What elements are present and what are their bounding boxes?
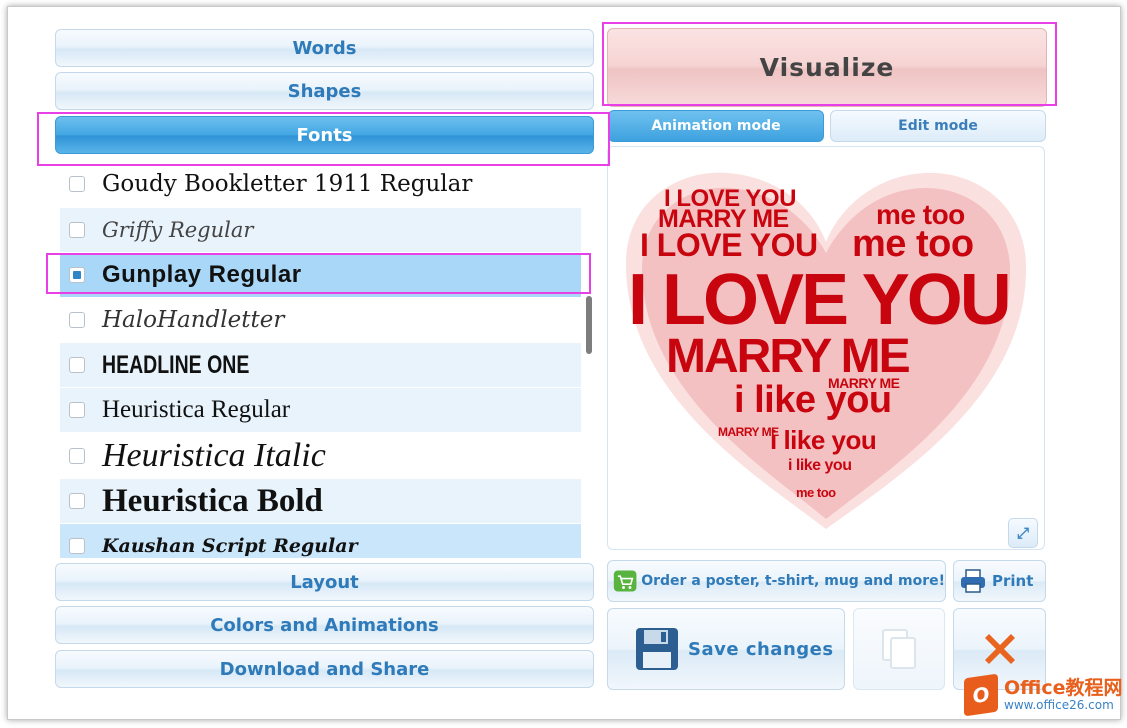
duplicate-button[interactable] (853, 608, 945, 690)
shopping-cart-icon (613, 570, 637, 592)
font-item[interactable]: Kaushan Script Regular (60, 524, 581, 558)
font-item[interactable]: Heuristica Bold (60, 479, 581, 523)
logo-url: www.office26.com (1004, 698, 1114, 712)
font-checkbox[interactable] (69, 357, 85, 373)
font-checkbox[interactable] (69, 312, 85, 328)
word-cloud-phrase: me too (796, 485, 836, 500)
accordion-layout[interactable]: Layout (55, 563, 594, 601)
order-products-label: Order a poster, t-shirt, mug and more! (641, 573, 945, 589)
print-label: Print (992, 572, 1034, 590)
tab-edit-mode[interactable]: Edit mode (830, 110, 1046, 142)
font-item-label: Griffy Regular (102, 218, 254, 242)
copy-icon (882, 629, 916, 669)
font-item-selected[interactable]: Gunplay Regular (60, 253, 581, 297)
font-checkbox[interactable] (69, 538, 85, 554)
word-cloud-canvas[interactable]: I LOVE YOU MARRY ME me too I LOVE YOU me… (607, 146, 1045, 550)
font-item[interactable]: Goudy Bookletter 1911 Regular (60, 162, 581, 206)
save-changes-label: Save changes (688, 638, 834, 660)
font-checkbox[interactable] (69, 448, 85, 464)
close-icon (984, 634, 1015, 664)
accordion-shapes[interactable]: Shapes (55, 72, 594, 110)
font-item-label: HEADLINE ONE (102, 350, 250, 379)
font-checkbox[interactable] (69, 176, 85, 192)
floppy-disk-icon (636, 628, 678, 670)
font-item-label: Heuristica Italic (102, 437, 326, 474)
accordion-colors-animations[interactable]: Colors and Animations (55, 606, 594, 644)
office-logo-icon: O (964, 673, 998, 717)
accordion-download-share[interactable]: Download and Share (55, 650, 594, 688)
font-checkbox[interactable] (69, 222, 85, 238)
save-changes-button[interactable]: Save changes (607, 608, 845, 690)
logo-name: Office教程网 (1004, 677, 1123, 699)
word-cloud-phrase: i like you (770, 425, 877, 455)
font-item-label: Gunplay Regular (102, 261, 302, 288)
font-list: Goudy Bookletter 1911 Regular Griffy Reg… (56, 160, 594, 558)
print-button[interactable]: Print (953, 560, 1046, 602)
watermark-logo: O Office教程网 www.office26.com (964, 673, 1123, 717)
font-item[interactable]: Heuristica Regular (60, 388, 581, 432)
font-checkbox[interactable] (69, 402, 85, 418)
font-checkbox-checked[interactable] (69, 267, 85, 283)
font-item-label: Heuristica Bold (102, 482, 323, 519)
word-cloud-phrase: MARRY ME (828, 375, 900, 391)
fullscreen-expand-icon[interactable]: ⤢ (1008, 518, 1038, 548)
word-cloud-phrase: i like you (788, 457, 852, 474)
font-checkbox[interactable] (69, 493, 85, 509)
tab-animation-mode[interactable]: Animation mode (608, 110, 824, 142)
printer-icon (961, 569, 985, 593)
font-item[interactable]: HEADLINE ONE (60, 343, 581, 387)
font-item-label: Kaushan Script Regular (102, 535, 358, 557)
visualize-button[interactable]: Visualize (607, 28, 1047, 107)
font-item-label: HaloHandletter (102, 307, 285, 333)
font-item[interactable]: Griffy Regular (60, 208, 581, 252)
font-item[interactable]: HaloHandletter (60, 298, 581, 342)
font-item-label: Goudy Bookletter 1911 Regular (102, 171, 473, 197)
font-list-scrollbar[interactable] (586, 296, 592, 354)
font-item-label: Heuristica Regular (102, 396, 291, 423)
font-item[interactable]: Heuristica Italic (60, 434, 581, 478)
order-products-button[interactable]: Order a poster, t-shirt, mug and more! (607, 560, 946, 602)
accordion-words[interactable]: Words (55, 29, 594, 67)
accordion-fonts[interactable]: Fonts (55, 116, 594, 154)
